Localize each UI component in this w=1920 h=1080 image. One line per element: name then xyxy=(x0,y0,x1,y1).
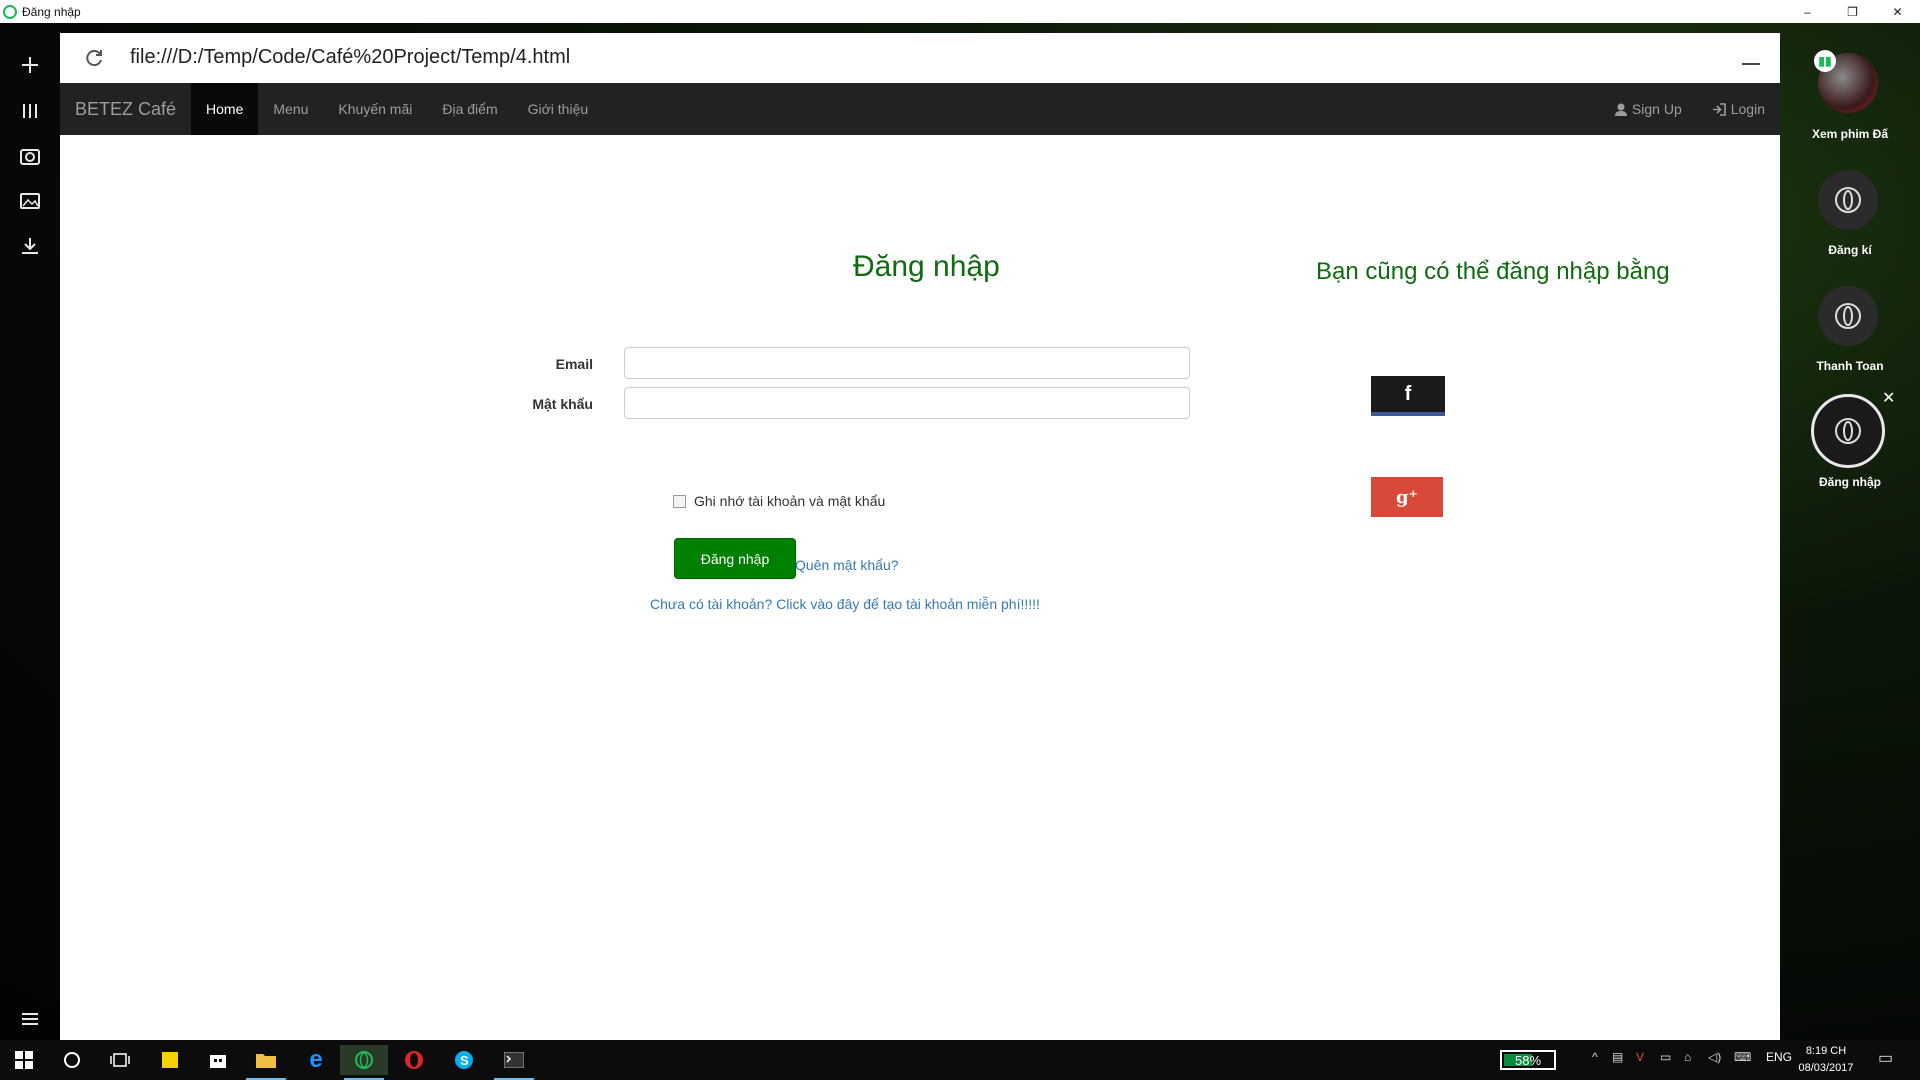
login-icon xyxy=(1712,102,1726,116)
left-sidebar xyxy=(0,23,60,1038)
bubble-label-login: Đăng nhập xyxy=(1819,475,1881,489)
bubble-label-media: Xem phim Đấ xyxy=(1811,127,1889,141)
window-title: Đăng nhập xyxy=(22,4,81,19)
search-icon[interactable] xyxy=(48,1045,96,1075)
bubble-login[interactable] xyxy=(1811,394,1885,468)
url-field[interactable]: file:///D:/Temp/Code/Café%20Project/Temp… xyxy=(130,46,570,69)
nav-menu[interactable]: Menu xyxy=(258,83,323,135)
nav-locations[interactable]: Địa điểm xyxy=(427,83,512,135)
show-hidden-icons[interactable]: ^ xyxy=(1592,1050,1598,1064)
bubble-register[interactable] xyxy=(1818,170,1878,230)
keyboard-icon[interactable]: ⌨ xyxy=(1734,1050,1751,1064)
opera-icon xyxy=(1835,303,1861,329)
camera-icon[interactable] xyxy=(14,140,46,172)
menu-icon[interactable] xyxy=(14,1003,46,1035)
google-plus-login-button[interactable]: g⁺ xyxy=(1371,477,1443,517)
opera-icon[interactable] xyxy=(390,1045,438,1075)
app-logo-icon xyxy=(3,4,17,19)
terminal-icon[interactable] xyxy=(490,1045,538,1080)
password-field[interactable] xyxy=(624,387,1190,419)
nav-right: Sign Up Login xyxy=(1600,83,1780,135)
social-title: Bạn cũng có thể đăng nhập bằng xyxy=(1316,258,1670,285)
sticky-notes-icon[interactable] xyxy=(146,1045,194,1075)
browser-window: file:///D:/Temp/Code/Café%20Project/Temp… xyxy=(60,33,1780,1040)
clock-time: 8:19 CH xyxy=(1805,1045,1847,1057)
remember-row: Ghi nhớ tài khoản và mật khẩu xyxy=(673,493,885,509)
address-bar: file:///D:/Temp/Code/Café%20Project/Temp… xyxy=(60,33,1780,83)
close-bubble-icon[interactable]: ✕ xyxy=(1882,388,1895,408)
opera-icon xyxy=(1835,418,1861,444)
password-label: Mật khẩu xyxy=(532,396,593,412)
antivirus-icon[interactable]: V xyxy=(1636,1050,1644,1064)
forgot-password-link[interactable]: Quên mật khẩu? xyxy=(795,557,899,573)
collapse-icon[interactable] xyxy=(1742,63,1760,65)
clock[interactable]: 8:19 CH 08/03/2017 xyxy=(1796,1043,1856,1077)
pause-icon[interactable]: ▮▮ xyxy=(1814,50,1836,72)
reload-icon[interactable] xyxy=(82,46,106,70)
svg-text:S: S xyxy=(460,1053,469,1068)
login-title: Đăng nhập xyxy=(853,250,1000,283)
site-navbar: BETEZ Café Home Menu Khuyến mãi Địa điểm… xyxy=(60,83,1780,135)
window-controls: – ❐ ✕ xyxy=(1785,0,1920,23)
page-content: Đăng nhập Bạn cũng có thể đăng nhập bằng… xyxy=(60,135,1780,1040)
minimize-icon[interactable]: – xyxy=(1785,0,1830,23)
user-icon xyxy=(1614,103,1627,116)
clock-date: 08/03/2017 xyxy=(1798,1062,1854,1074)
right-sidebar: ▮▮ Xem phim Đấ Đăng kí Thanh Toan ✕ Đăng… xyxy=(1780,33,1920,1040)
close-icon[interactable]: ✕ xyxy=(1875,0,1920,23)
battery-indicator[interactable]: 58% xyxy=(1500,1050,1556,1070)
window-titlebar: Đăng nhập – ❐ ✕ xyxy=(0,0,1920,23)
wifi-icon[interactable]: ⌂ xyxy=(1684,1050,1691,1064)
opera-icon xyxy=(1835,187,1861,213)
battery-percent: 58% xyxy=(1514,1052,1542,1068)
nav-promotions[interactable]: Khuyến mãi xyxy=(323,83,427,135)
nav-home[interactable]: Home xyxy=(191,83,259,135)
skype-icon[interactable]: S xyxy=(440,1045,488,1075)
facebook-login-button[interactable]: f xyxy=(1371,376,1445,416)
brand-logo[interactable]: BETEZ Café xyxy=(60,83,191,135)
action-center-icon[interactable]: ▭ xyxy=(1878,1048,1893,1068)
taskbar: e S 58% ^ ▤ V ▭ ⌂ ◁) ⌨ ENG 8:19 CH 08/03… xyxy=(0,1040,1920,1080)
file-explorer-icon[interactable] xyxy=(242,1045,290,1080)
bubble-label-payment: Thanh Toan xyxy=(1816,359,1884,373)
email-label: Email xyxy=(555,356,593,372)
remember-checkbox[interactable] xyxy=(673,494,686,508)
download-icon[interactable] xyxy=(14,230,46,262)
login-submit-button[interactable]: Đăng nhập xyxy=(674,538,796,579)
opera-neon-icon[interactable] xyxy=(340,1045,388,1080)
signup-label: Sign Up xyxy=(1631,101,1682,117)
columns-icon[interactable] xyxy=(14,95,46,127)
email-field[interactable] xyxy=(624,347,1190,379)
register-link[interactable]: Chưa có tài khoản? Click vào đây để tạo … xyxy=(650,596,1040,612)
task-view-icon[interactable] xyxy=(96,1045,144,1075)
remember-label: Ghi nhớ tài khoản và mật khẩu xyxy=(694,493,886,509)
nav-about[interactable]: Giới thiệu xyxy=(513,83,604,135)
restore-icon[interactable]: ❐ xyxy=(1830,0,1875,23)
volume-icon[interactable]: ◁) xyxy=(1708,1050,1721,1064)
language-indicator[interactable]: ENG xyxy=(1766,1050,1792,1064)
bubble-payment[interactable] xyxy=(1818,286,1878,346)
bubble-label-register: Đăng kí xyxy=(1828,243,1872,257)
login-link[interactable]: Login xyxy=(1697,83,1780,135)
login-label: Login xyxy=(1730,101,1765,117)
network-icon[interactable]: ▤ xyxy=(1612,1050,1623,1064)
signup-link[interactable]: Sign Up xyxy=(1600,83,1697,135)
windows-start-icon[interactable] xyxy=(0,1045,48,1075)
google-plus-icon: g⁺ xyxy=(1395,486,1419,508)
store-icon[interactable] xyxy=(194,1045,242,1075)
facebook-icon: f xyxy=(1404,382,1412,405)
power-icon[interactable]: ▭ xyxy=(1660,1050,1671,1064)
plus-icon[interactable] xyxy=(14,49,46,81)
image-icon[interactable] xyxy=(14,185,46,217)
edge-icon[interactable]: e xyxy=(292,1045,340,1075)
